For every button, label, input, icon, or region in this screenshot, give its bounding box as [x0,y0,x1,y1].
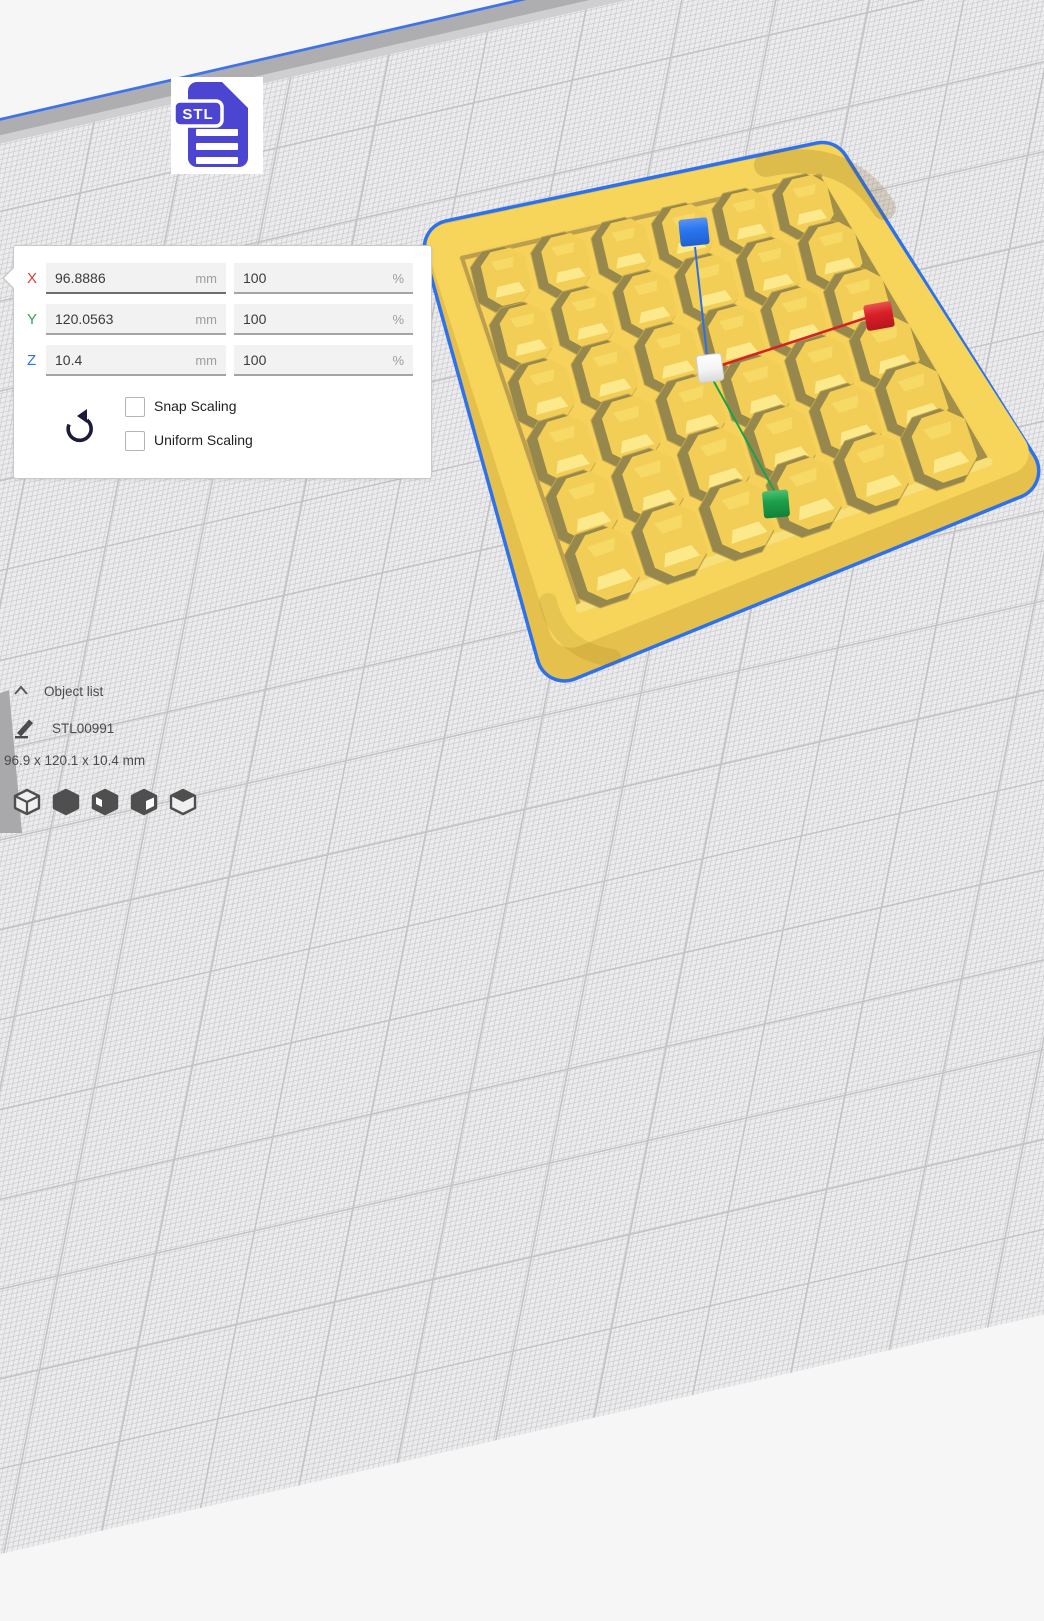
scale-handle-z[interactable] [678,217,710,247]
object-list-toggle[interactable]: Object list [44,684,103,699]
view-3d-icon[interactable] [13,788,41,816]
view-top-icon[interactable] [91,788,119,816]
scale-row-z: Z mm % [14,345,431,376]
scale-handle-x[interactable] [863,301,895,331]
uniform-scaling-label: Uniform Scaling [154,431,253,449]
snap-scaling-checkbox[interactable] [125,397,145,417]
scale-tool-panel: X mm % Y mm % Z mm % [13,245,432,479]
x-mm-fieldwrap: mm [46,263,226,294]
stl-badge-text: STL [182,106,213,123]
stl-file-thumbnail: STL [171,77,263,174]
z-mm-fieldwrap: mm [46,345,226,376]
stl-file-icon: STL [171,77,263,174]
x-percent-fieldwrap: % [234,263,413,294]
snap-scaling-label: Snap Scaling [154,397,237,415]
x-mm-input[interactable] [46,263,226,294]
scale-row-x: X mm % [14,263,431,294]
view-right-icon[interactable] [169,788,197,816]
mesh-type-icon [13,716,35,740]
scale-handle-y[interactable] [762,489,790,518]
axis-y-label: Y [27,311,47,328]
scale-handle-center[interactable] [696,353,724,383]
z-percent-input[interactable] [234,345,413,376]
cura-viewport[interactable]: { "scale_panel": { "rows": [ {"axis": "X… [0,0,1044,833]
reset-icon [68,420,91,440]
y-mm-input[interactable] [46,304,226,335]
reset-scale-button[interactable] [60,403,96,443]
axis-z-label: Z [27,352,47,369]
axis-x-label: X [27,270,47,287]
x-percent-input[interactable] [234,263,413,294]
y-percent-input[interactable] [234,304,413,335]
view-left-icon[interactable] [130,788,158,816]
object-list-caret-icon[interactable] [12,683,30,698]
y-percent-fieldwrap: % [234,304,413,335]
z-mm-input[interactable] [46,345,226,376]
scale-row-y: Y mm % [14,304,431,335]
camera-view-toolbar [13,788,197,816]
view-front-icon[interactable] [52,788,80,816]
uniform-scaling-checkbox[interactable] [125,431,145,451]
object-list-item[interactable]: STL00991 [52,721,114,736]
model-dimensions-label: 96.9 x 120.1 x 10.4 mm [4,753,145,768]
y-mm-fieldwrap: mm [46,304,226,335]
z-percent-fieldwrap: % [234,345,413,376]
